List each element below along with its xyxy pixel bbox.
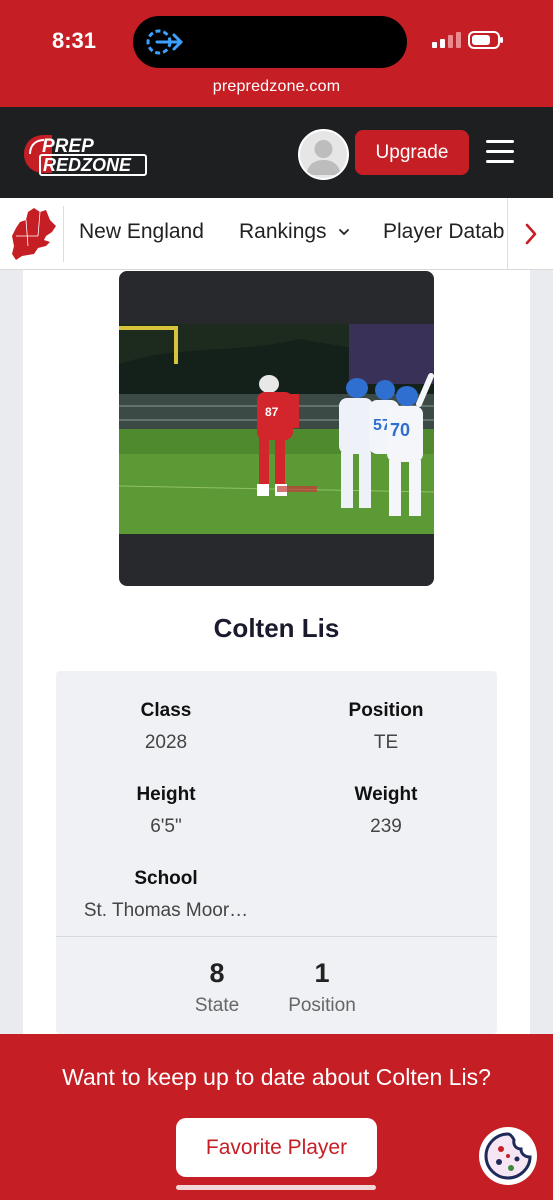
class-value: 2028 [144, 732, 188, 753]
nav-scroll-right-button[interactable] [507, 198, 553, 269]
class-label: Class [140, 700, 192, 721]
nav-item-player-database[interactable]: Player Datab [383, 220, 504, 244]
chevron-right-icon [525, 223, 536, 245]
nav-item-label: Rankings [239, 220, 327, 243]
player-card: 87 57 70 Colten Lis Class 2028 Position … [23, 270, 530, 1034]
school-label: School [134, 868, 198, 889]
player-photo-frame: 87 57 70 [119, 271, 434, 586]
height-label: Height [136, 784, 196, 805]
player-info-panel: Class 2028 Position TE Height 6'5" Weigh… [56, 671, 497, 1034]
svg-text:PREP: PREP [42, 136, 94, 157]
player-photo[interactable]: 87 57 70 [119, 324, 434, 534]
position-ranking-value: 1 [314, 958, 330, 988]
signal-icon [432, 32, 461, 48]
banner-text: Want to keep up to date about Colten Lis… [62, 1064, 491, 1090]
svg-text:REDZONE: REDZONE [43, 155, 132, 175]
class-field: Class 2028 [56, 700, 276, 754]
position-value: TE [373, 732, 399, 753]
address-bar-url[interactable]: prepredzone.com [0, 78, 553, 96]
region-nav: New England Rankings Player Datab [0, 198, 553, 270]
upgrade-button[interactable]: Upgrade [355, 130, 469, 175]
state-ranking-caption: State [194, 995, 240, 1016]
site-header: PREP REDZONE Upgrade [0, 107, 553, 198]
svg-text:70: 70 [390, 420, 410, 440]
avatar[interactable] [298, 129, 349, 180]
back-to-app-icon[interactable] [145, 28, 187, 56]
position-ranking-caption: Position [288, 995, 356, 1016]
nav-item-rankings[interactable]: Rankings [239, 220, 350, 244]
avatar-icon [306, 140, 341, 175]
hamburger-menu-icon[interactable] [486, 140, 516, 166]
weight-label: Weight [354, 784, 418, 805]
height-field: Height 6'5" [56, 784, 276, 838]
new-england-map-icon[interactable] [8, 206, 58, 262]
position-field: Position TE [276, 700, 496, 754]
school-field: School St. Thomas Moor… [56, 868, 276, 922]
svg-text:87: 87 [265, 405, 279, 419]
favorite-player-button[interactable]: Favorite Player [176, 1118, 377, 1177]
favorite-banner: Want to keep up to date about Colten Lis… [0, 1034, 553, 1200]
player-name: Colten Lis [213, 613, 340, 643]
height-value: 6'5" [150, 816, 182, 837]
status-time: 8:31 [52, 28, 97, 53]
home-indicator [176, 1185, 376, 1190]
school-value[interactable]: St. Thomas Moor… [56, 900, 276, 922]
cookie-icon [484, 1132, 532, 1180]
position-label: Position [348, 700, 424, 721]
weight-field: Weight 239 [276, 784, 496, 838]
dynamic-island [133, 16, 407, 68]
state-ranking[interactable]: 8 State [162, 958, 272, 1017]
chevron-down-icon [339, 229, 350, 236]
battery-icon [468, 31, 503, 49]
browser-top-bar: 8:31 prepredzone.com [0, 0, 553, 107]
prep-redzone-logo[interactable]: PREP REDZONE [22, 131, 148, 177]
position-ranking[interactable]: 1 Position [267, 958, 377, 1017]
info-divider [56, 936, 497, 937]
weight-value: 239 [370, 816, 402, 837]
nav-divider [63, 206, 64, 262]
cookie-settings-button[interactable] [479, 1127, 537, 1185]
nav-item-new-england[interactable]: New England [79, 220, 204, 244]
state-ranking-value: 8 [209, 958, 225, 988]
